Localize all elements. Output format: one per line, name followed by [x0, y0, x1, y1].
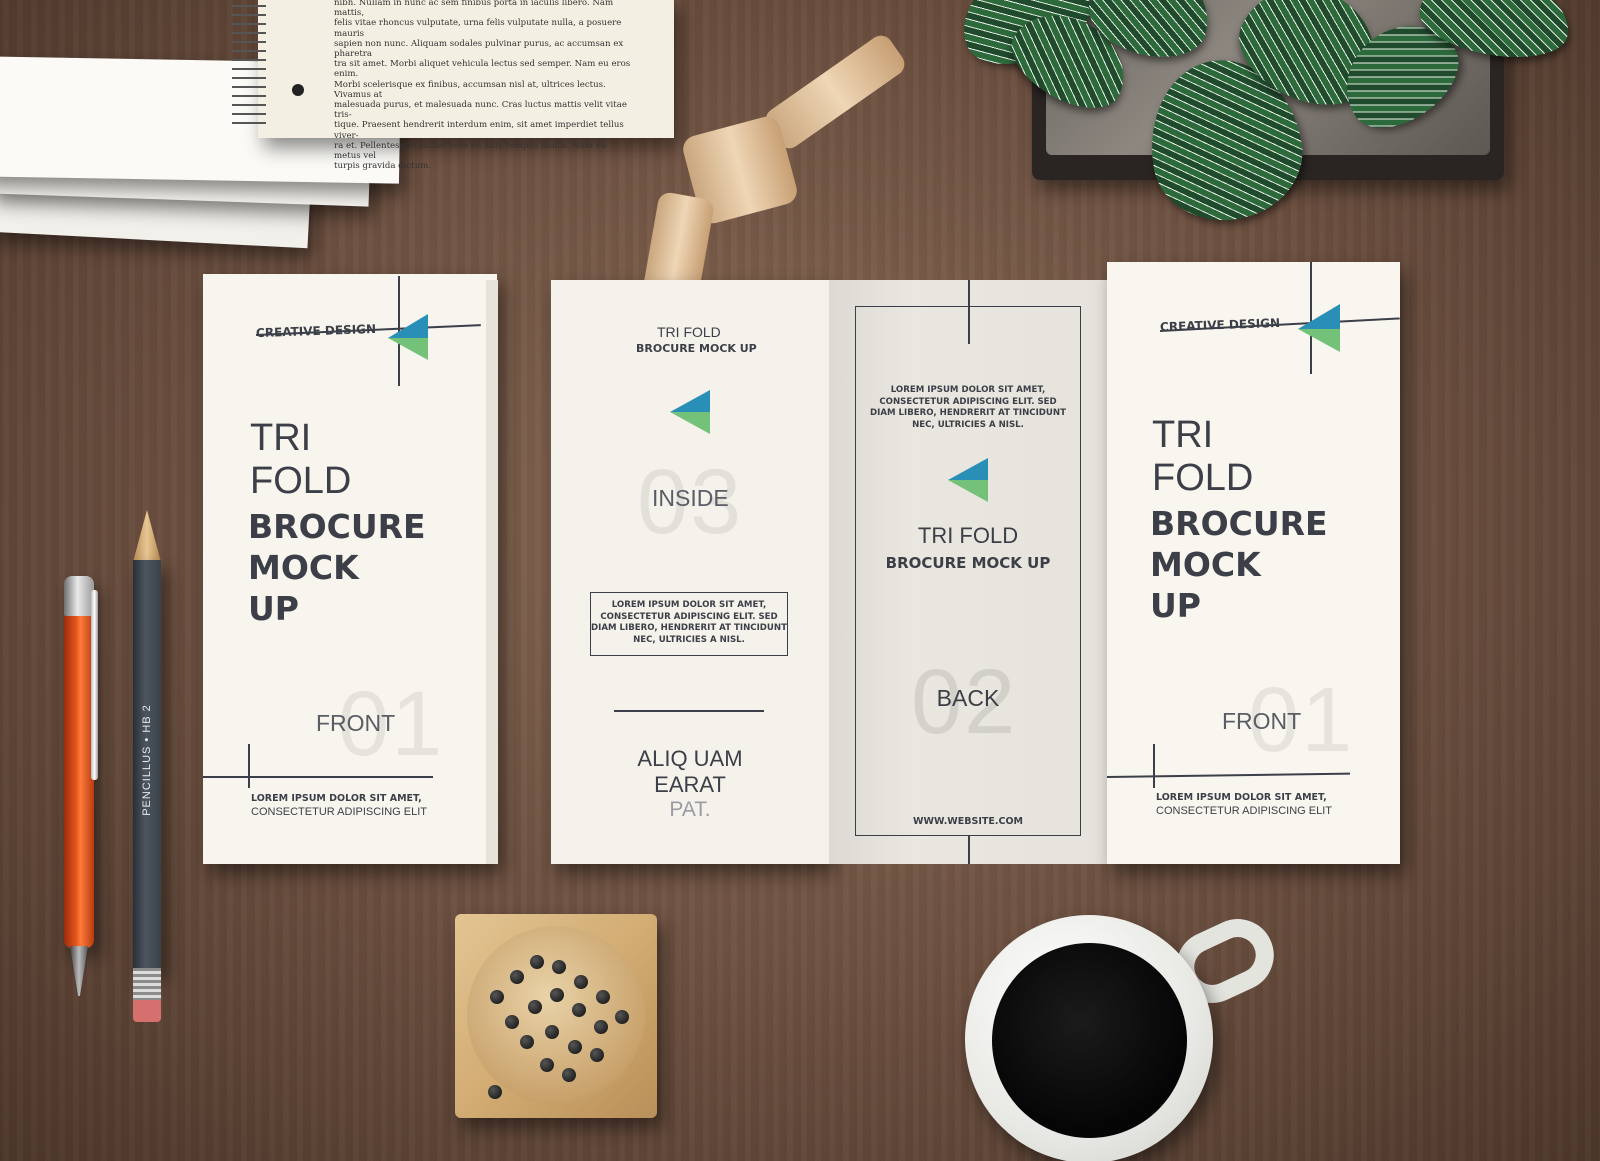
- pencil-eraser: [133, 1000, 161, 1022]
- inside-box-text: LOREM IPSUM DOLOR SIT AMET, CONSECTETUR …: [590, 600, 788, 646]
- push-pin: [574, 975, 588, 989]
- mannequin-upper-arm: [760, 30, 910, 154]
- pen-body: [64, 578, 94, 948]
- push-pin: [505, 1015, 519, 1029]
- push-pin: [545, 1025, 559, 1039]
- inside-title-line-1: TRI FOLD: [657, 324, 721, 340]
- inside-title-line-2: BROCURE MOCK UP: [636, 342, 757, 355]
- pencil-tip: [133, 510, 161, 562]
- triangle-logo-icon: [670, 390, 710, 434]
- divider-line: [968, 836, 970, 864]
- front-title-up: UP: [1150, 586, 1201, 625]
- back-title-line-2: BROCURE MOCK UP: [885, 554, 1051, 572]
- triangle-logo-icon: [948, 458, 988, 502]
- inside-box-line: LOREM IPSUM DOLOR SIT AMET,: [611, 600, 767, 610]
- push-pin: [562, 1068, 576, 1082]
- push-pin: [596, 990, 610, 1004]
- notepad-line: malesuada purus, et malesuada nunc. Cras…: [334, 100, 627, 121]
- notepad-line: ra et. Pellentesque auctor eros eu ante …: [334, 140, 607, 162]
- front-title-tri: TRI: [250, 417, 312, 459]
- divider-line: [968, 280, 970, 344]
- triangle-logo-icon: [1298, 304, 1340, 352]
- back-title-line-1: TRI FOLD: [917, 523, 1019, 548]
- back-website: WWW.WEBSITE.COM: [913, 816, 1023, 827]
- notepad-line: tra sit amet. Morbi aliquet vehicula lec…: [334, 59, 631, 80]
- back-text-line: CONSECTETUR ADIPISCING ELIT. SED: [879, 396, 1057, 407]
- back-text: LOREM IPSUM DOLOR SIT AMET, CONSECTETUR …: [855, 385, 1081, 431]
- front-title-mock: MOCK: [248, 548, 359, 587]
- pencil-label: PENCILLUS • HB 2: [141, 704, 153, 816]
- notepad-line: sapien non nunc. Aliquam sodales pulvina…: [334, 38, 624, 60]
- notepad-hole: [292, 84, 304, 96]
- back-text-line: DIAM LIBERO, HENDRERIT AT TINCIDUNT: [870, 408, 1066, 418]
- push-pin: [552, 960, 566, 974]
- divider-line: [203, 776, 433, 778]
- divider-line: [1153, 744, 1155, 788]
- front-footer-bold: LOREM IPSUM DOLOR SIT AMET,: [1156, 792, 1327, 803]
- push-pin: [490, 990, 504, 1004]
- front-title-up: UP: [248, 589, 299, 628]
- notepad-line: Morbi scelerisque ex finibus, accumsan n…: [334, 79, 606, 100]
- front-footer-light: CONSECTETUR ADIPISCING ELIT: [1156, 805, 1333, 817]
- notepad-line: tique. Praesent hendrerit interdum enim,…: [334, 120, 624, 141]
- brochure-fold-edge: [486, 280, 498, 864]
- front-title-fold: FOLD: [1152, 457, 1254, 499]
- inside-box-line: NEC, ULTRICIES A NISL.: [633, 634, 745, 645]
- front-title-mock: MOCK: [1150, 545, 1261, 584]
- front-footer-light: CONSECTETUR ADIPISCING ELIT: [251, 806, 428, 818]
- black-coffee: [992, 943, 1187, 1138]
- back-text-line: NEC, ULTRICIES A NISL.: [912, 419, 1024, 430]
- front-footer-bold: LOREM IPSUM DOLOR SIT AMET,: [251, 793, 422, 804]
- notepad-line: turpis gravida dictum.: [334, 161, 432, 172]
- front-title-brocure: BROCURE: [248, 507, 426, 546]
- push-pin: [568, 1040, 582, 1054]
- back-label: BACK: [936, 685, 1000, 711]
- inside-box-line: DIAM LIBERO, HENDRERIT AT TINCIDUNT: [591, 623, 787, 633]
- front-label: FRONT: [1222, 708, 1302, 734]
- pen-tip: [70, 946, 88, 996]
- inside-bottom-line-1: ALIQ UAM: [637, 746, 743, 771]
- pen-clip: [91, 590, 98, 780]
- front-title-brocure: BROCURE: [1150, 504, 1328, 543]
- inside-bottom-line-2: EARAT: [654, 772, 726, 797]
- divider-line: [614, 710, 764, 712]
- triangle-logo-icon: [388, 314, 428, 360]
- front-title-fold: FOLD: [250, 460, 352, 502]
- push-pin: [520, 1035, 534, 1049]
- push-pin: [590, 1048, 604, 1062]
- notepad-line: felis vitae rhoncus vulputate, urna feli…: [334, 18, 622, 39]
- inside-box-line: CONSECTETUR ADIPISCING ELIT. SED: [600, 611, 778, 622]
- inside-label: INSIDE: [652, 485, 729, 511]
- push-pin: [510, 970, 524, 984]
- notepad-spiral-binding: [232, 0, 266, 130]
- back-text-line: LOREM IPSUM DOLOR SIT AMET,: [890, 385, 1046, 395]
- push-pin: [528, 1000, 542, 1014]
- push-pin: [594, 1020, 608, 1034]
- push-pin: [540, 1058, 554, 1072]
- notepad-text: nibh. Nullam in nunc ac sem finibus port…: [334, 0, 634, 171]
- pen-cap: [64, 576, 94, 616]
- push-pin: [572, 1003, 586, 1017]
- divider-line: [248, 744, 250, 788]
- push-pin: [550, 988, 564, 1002]
- push-pin: [488, 1085, 502, 1099]
- notepad-line: nibh. Nullam in nunc ac sem finibus port…: [334, 0, 614, 19]
- pencil-ferrule: [133, 968, 161, 1002]
- front-label: FRONT: [316, 710, 396, 736]
- push-pin: [530, 955, 544, 969]
- push-pin: [615, 1010, 629, 1024]
- front-title-tri: TRI: [1152, 414, 1214, 456]
- inside-bottom-line-3: PAT.: [669, 798, 711, 821]
